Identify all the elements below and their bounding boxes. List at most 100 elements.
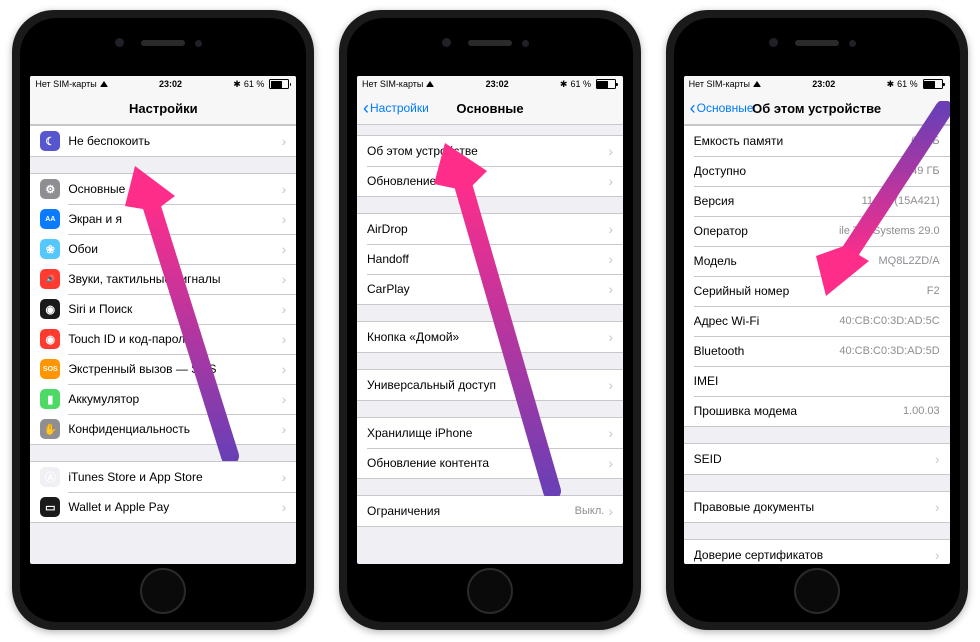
phone-mockup-2: Нет SIM-карты 23:02 ✱ 61 % ‹ Настройки (339, 10, 641, 630)
bluetooth-icon: ✱ (887, 79, 895, 90)
settings-row[interactable]: Серийный номерF2 (684, 276, 950, 306)
status-time: 23:02 (159, 79, 182, 89)
settings-row-value: F2 (927, 285, 940, 297)
settings-row[interactable]: Операторile TeleSystems 29.0 (684, 216, 950, 246)
battery-pct: 61 % (570, 79, 591, 89)
phone-mockup-1: Нет SIM-карты 23:02 ✱ 61 % Настройки ☾Не… (12, 10, 314, 630)
settings-row[interactable]: ◉Siri и Поиск› (30, 294, 296, 324)
wifi-icon (426, 79, 434, 89)
settings-row[interactable]: Версия11.0.2 (15A421) (684, 186, 950, 216)
settings-row-label: iTunes Store и App Store (68, 470, 277, 484)
phone-camera (115, 38, 124, 47)
settings-row[interactable]: Об этом устройстве› (357, 136, 623, 166)
chevron-right-icon: › (608, 426, 613, 440)
settings-row-icon: ⚙ (40, 179, 60, 199)
phone-camera (442, 38, 451, 47)
settings-row[interactable]: Обновление ПО› (357, 166, 623, 196)
chevron-left-icon: ‹ (690, 99, 696, 117)
settings-row[interactable]: ⒶiTunes Store и App Store› (30, 462, 296, 492)
settings-row[interactable]: SOSЭкстренный вызов — SOS› (30, 354, 296, 384)
home-button[interactable] (794, 568, 840, 614)
nav-bar: ‹ Основные Об этом устройстве (684, 92, 950, 125)
nav-back-button[interactable]: ‹ Настройки (363, 99, 429, 117)
settings-row[interactable]: ▮Аккумулятор› (30, 384, 296, 414)
settings-row[interactable]: Прошивка модема1.00.03 (684, 396, 950, 426)
settings-row-icon: 🔊 (40, 269, 60, 289)
phone-mockup-3: Нет SIM-карты 23:02 ✱ 61 % ‹ Основные О (666, 10, 968, 630)
nav-bar: ‹ Настройки Основные (357, 92, 623, 125)
general-list[interactable]: Об этом устройстве›Обновление ПО› AirDro… (357, 125, 623, 564)
about-list[interactable]: Емкость памяти64 ГБДоступно54,49 ГБВерси… (684, 125, 950, 564)
settings-row[interactable]: 🔊 Звуки, тактильные сигналы › (30, 264, 296, 294)
settings-row-icon: ◉ (40, 299, 60, 319)
nav-back-button[interactable]: ‹ Основные (690, 99, 754, 117)
settings-row-label: Доступно (694, 164, 892, 178)
nav-back-label: Основные (697, 101, 754, 115)
settings-row[interactable]: IMEI (684, 366, 950, 396)
chevron-right-icon: › (282, 182, 287, 196)
settings-row[interactable]: ☾Не беспокоить› (30, 126, 296, 156)
battery-icon (267, 79, 291, 89)
screen-3: Нет SIM-карты 23:02 ✱ 61 % ‹ Основные О (684, 76, 950, 564)
chevron-right-icon: › (282, 272, 287, 286)
settings-row[interactable]: Емкость памяти64 ГБ (684, 126, 950, 156)
phone-sensor (849, 40, 856, 47)
home-button[interactable] (467, 568, 513, 614)
settings-row-icon: ✋ (40, 419, 60, 439)
settings-row[interactable]: AirDrop› (357, 214, 623, 244)
settings-row[interactable]: CarPlay› (357, 274, 623, 304)
settings-row[interactable]: Кнопка «Домой»› (357, 322, 623, 352)
phone-camera (769, 38, 778, 47)
settings-row[interactable]: Handoff› (357, 244, 623, 274)
settings-row[interactable]: Адрес Wi-Fi40:CB:C0:3D:AD:5C (684, 306, 950, 336)
bluetooth-icon: ✱ (233, 79, 241, 90)
settings-row[interactable]: ОграниченияВыкл.› (357, 496, 623, 526)
settings-row[interactable]: Обновление контента› (357, 448, 623, 478)
chevron-right-icon: › (608, 222, 613, 236)
settings-list[interactable]: ☾ Не беспокоить › ⚙Основные›AAЭкран и я›❀О… (30, 125, 296, 564)
settings-row[interactable]: ✋Конфиденциальность› (30, 414, 296, 444)
settings-row-label: Универсальный доступ (367, 378, 604, 392)
settings-row[interactable]: МодельMQ8L2ZD/A (684, 246, 950, 276)
settings-row-label: Экстренный вызов — SOS (68, 362, 277, 376)
settings-row[interactable]: Универсальный доступ › (357, 370, 623, 400)
settings-row-icon: ☾ (40, 131, 60, 151)
settings-row[interactable]: ⚙Основные› (30, 174, 296, 204)
settings-row-label: CarPlay (367, 282, 604, 296)
settings-row[interactable]: AAЭкран и я› (30, 204, 296, 234)
settings-row-label: Siri и Поиск (68, 302, 277, 316)
settings-row-label: Емкость памяти (694, 134, 908, 148)
settings-row-label: Touch ID и код-пароль (68, 332, 277, 346)
chevron-right-icon: › (608, 456, 613, 470)
carrier-text: Нет SIM-карты (362, 79, 423, 89)
battery-pct: 61 % (897, 79, 918, 89)
settings-row[interactable]: ❀Обои› (30, 234, 296, 264)
settings-row[interactable]: Доверие сертификатов› (684, 540, 950, 564)
chevron-right-icon: › (282, 470, 287, 484)
settings-row-label: Аккумулятор (68, 392, 277, 406)
home-button[interactable] (140, 568, 186, 614)
chevron-right-icon: › (608, 378, 613, 392)
wifi-icon (100, 79, 108, 89)
chevron-right-icon: › (608, 174, 613, 188)
chevron-right-icon: › (282, 332, 287, 346)
settings-row-value: MQ8L2ZD/A (879, 255, 940, 267)
settings-row-label: Handoff (367, 252, 604, 266)
settings-row-value: 1.00.03 (903, 405, 940, 417)
settings-row[interactable]: ▭ Wallet и Apple Pay › (30, 492, 296, 522)
settings-row-value: ile TeleSystems 29.0 (839, 225, 940, 237)
battery-icon (921, 79, 945, 89)
settings-row-label: Звуки, тактильные сигналы (68, 272, 277, 286)
chevron-right-icon: › (282, 392, 287, 406)
settings-row-label: Bluetooth (694, 344, 836, 358)
settings-row[interactable]: ◉Touch ID и код-пароль› (30, 324, 296, 354)
settings-row[interactable]: Доступно54,49 ГБ (684, 156, 950, 186)
chevron-right-icon: › (282, 500, 287, 514)
settings-row-icon: ▭ (40, 497, 60, 517)
settings-row[interactable]: Хранилище iPhone› (357, 418, 623, 448)
settings-row[interactable]: Правовые документы› (684, 492, 950, 522)
settings-row-label: Wallet и Apple Pay (68, 500, 277, 514)
settings-row[interactable]: SEID› (684, 444, 950, 474)
settings-row[interactable]: Bluetooth40:CB:C0:3D:AD:5D (684, 336, 950, 366)
settings-row-label: Не беспокоить (68, 134, 277, 148)
